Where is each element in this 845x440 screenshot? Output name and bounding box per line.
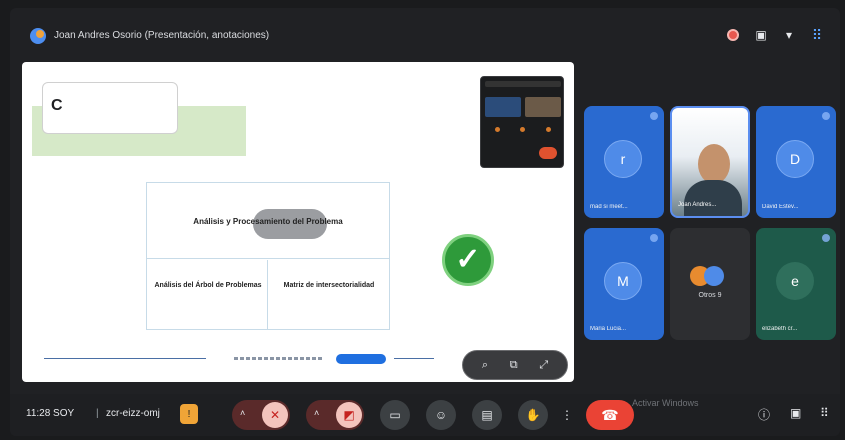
mini-bar [485, 81, 561, 87]
mic-indicator-icon [650, 112, 658, 120]
camera-off-icon: ◩ [336, 402, 362, 428]
mic-button[interactable]: ˄ ✕ [232, 400, 290, 430]
footer-line-right [394, 358, 434, 359]
open-icon[interactable]: ⧉ [510, 359, 518, 372]
activities-icon[interactable]: ⠿ [820, 406, 829, 420]
participant-name: mad si meet... [590, 204, 628, 210]
participant-name: Joan Andres... [678, 202, 717, 208]
mini-controls [485, 127, 561, 141]
participant-tile[interactable]: r mad si meet... [584, 106, 664, 218]
presenter-label: Joan Andres Osorio (Presentación, anotac… [54, 30, 270, 41]
participant-name: David Estev... [762, 204, 799, 210]
hand-glyph: ! [187, 408, 191, 420]
top-bar: Joan Andres Osorio (Presentación, anotac… [10, 8, 840, 60]
meet-window: Joan Andres Osorio (Presentación, anotac… [10, 8, 840, 436]
avatar: e [776, 262, 814, 300]
participant-tile[interactable]: M Maria Lucia... [584, 228, 664, 340]
slide-footer [44, 354, 444, 364]
info-icon[interactable]: ⓘ [758, 406, 770, 423]
mic-indicator-icon [650, 234, 658, 242]
present-icon: ▤ [481, 408, 493, 422]
more-vert-icon: ⋮ [561, 408, 573, 422]
mini-tile [525, 97, 561, 117]
presenter-avatar [30, 28, 46, 44]
more-options-button[interactable]: ⋮ [560, 400, 574, 430]
self-preview[interactable] [480, 76, 564, 168]
chevron-up-icon[interactable]: ˄ [314, 408, 319, 418]
windows-activation-watermark: Activar Windows [632, 398, 699, 408]
avatar: M [604, 262, 642, 300]
participant-tile[interactable]: D David Estev... [756, 106, 836, 218]
mic-indicator-icon [822, 112, 830, 120]
camera-icon[interactable]: ▣ [752, 26, 770, 44]
raise-hand-button[interactable]: ✋ [518, 400, 548, 430]
chevron-down-icon[interactable]: ▾ [780, 26, 798, 44]
diagram-top-cell: Análisis y Procesamiento del Problema [147, 183, 389, 259]
avatar [704, 266, 724, 286]
chat-icon[interactable]: ▣ [790, 406, 801, 420]
hand-raised-badge[interactable]: ! [180, 404, 198, 424]
participant-name: Maria Lucia... [590, 326, 627, 332]
hand-icon: ✋ [525, 408, 541, 422]
mini-tile [485, 97, 521, 117]
participant-tile-others[interactable]: Otros 9 [670, 228, 750, 340]
diagram-main-label: Análisis y Procesamiento del Problema [193, 217, 343, 226]
mic-off-icon: ✕ [262, 402, 288, 428]
diagram-left-cell: Análisis del Árbol de Problemas [147, 260, 268, 330]
end-call-button[interactable]: ☎ [586, 400, 634, 430]
slide-title-box: C [42, 82, 178, 134]
group-avatars [690, 266, 730, 286]
participant-name: elizabeth cr... [762, 326, 798, 332]
fullscreen-icon[interactable]: ⤢ [539, 359, 548, 372]
phone-hangup-icon: ☎ [601, 406, 619, 423]
zoom-icon[interactable]: ⌕ [482, 359, 488, 372]
diagram-left-label: Análisis del Árbol de Problemas [154, 282, 262, 289]
avatar: D [776, 140, 814, 178]
diagram-right-label: Matriz de intersectorialidad [283, 282, 375, 289]
bottom-bar: 11:28 SOY | zcr-eizz-omj ! ˄ ✕ ˄ ◩ ▭ ☺ ▤… [10, 394, 840, 436]
participant-body [684, 180, 742, 216]
slide-controls: ⌕ ⧉ ⤢ [462, 350, 568, 380]
meeting-code: zcr-eizz-omj [106, 408, 160, 419]
process-diagram: Análisis y Procesamiento del Problema An… [146, 182, 390, 330]
separator: | [96, 408, 99, 419]
mini-end-call [539, 147, 557, 159]
camera-button[interactable]: ˄ ◩ [306, 400, 364, 430]
participant-face [698, 144, 730, 184]
diagram-right-cell: Matriz de intersectorialidad [268, 260, 389, 330]
participant-tile[interactable]: e elizabeth cr... [756, 228, 836, 340]
captions-button[interactable]: ▭ [380, 400, 410, 430]
captions-icon: ▭ [389, 408, 401, 422]
present-button[interactable]: ▤ [472, 400, 502, 430]
top-icon-group: ▣ ▾ ⠿ [724, 26, 826, 44]
mini-dot [520, 127, 526, 132]
emoji-button[interactable]: ☺ [426, 400, 456, 430]
footer-dots [234, 357, 324, 360]
mini-dot [495, 127, 501, 132]
mini-dot [545, 127, 551, 132]
mic-indicator-icon [822, 234, 830, 242]
participants-icon[interactable]: ⠿ [808, 26, 826, 44]
participant-tile[interactable]: Joan Andres... [670, 106, 750, 218]
others-count: Otros 9 [698, 292, 722, 299]
slide-title-letter: C [51, 97, 63, 114]
meeting-time: 11:28 SOY [26, 408, 75, 419]
chevron-up-icon[interactable]: ˄ [240, 408, 245, 418]
footer-tag [336, 354, 386, 364]
footer-line [44, 358, 206, 359]
avatar: r [604, 140, 642, 178]
record-icon[interactable] [724, 26, 742, 44]
emoji-icon: ☺ [434, 408, 448, 422]
check-icon: ✓ [442, 234, 494, 286]
